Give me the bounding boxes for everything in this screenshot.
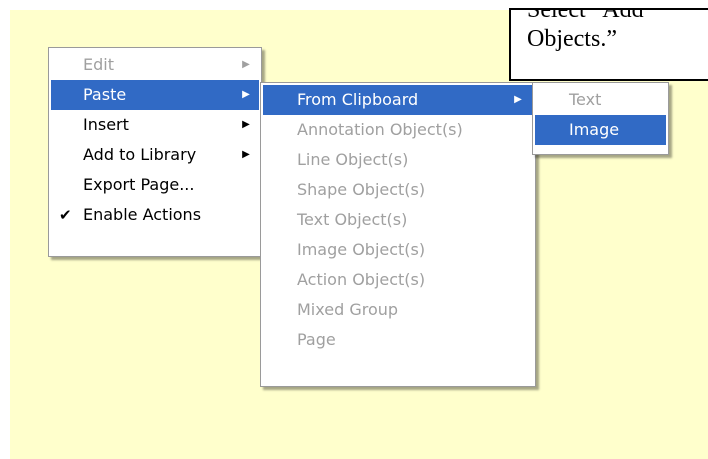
menu-item-shape-objects[interactable]: Shape Object(s)	[263, 175, 533, 205]
paste-submenu: From Clipboard ▶ Annotation Object(s) Li…	[260, 82, 536, 387]
menu-item-label: Image Object(s)	[297, 240, 426, 259]
menu-item-insert[interactable]: Insert ▶	[51, 110, 259, 140]
submenu-arrow-icon: ▶	[242, 89, 250, 100]
menu-item-line-objects[interactable]: Line Object(s)	[263, 145, 533, 175]
menu-item-enable-actions[interactable]: ✔ Enable Actions	[51, 200, 259, 230]
menu-item-label: Action Object(s)	[297, 270, 426, 289]
callout-line-2: Objects.”	[527, 26, 617, 52]
callout-line-1: Select “Add	[527, 8, 644, 23]
menu-item-label: From Clipboard	[297, 90, 419, 109]
submenu-arrow-icon: ▶	[242, 59, 250, 70]
menu-item-label: Paste	[83, 85, 127, 104]
checkmark-icon: ✔	[59, 206, 72, 224]
menu-item-add-to-library[interactable]: Add to Library ▶	[51, 140, 259, 170]
instruction-callout: Select “Add Objects.”	[509, 8, 708, 81]
menu-item-action-objects[interactable]: Action Object(s)	[263, 265, 533, 295]
menu-item-image-objects[interactable]: Image Object(s)	[263, 235, 533, 265]
menu-item-paste[interactable]: Paste ▶	[51, 80, 259, 110]
menu-item-label: Export Page...	[83, 175, 195, 194]
menu-item-label: Mixed Group	[297, 300, 399, 319]
menu-item-label: Text Object(s)	[297, 210, 408, 229]
menu-item-text-objects[interactable]: Text Object(s)	[263, 205, 533, 235]
clipboard-submenu: Text Image	[532, 82, 669, 155]
menu-item-mixed-group[interactable]: Mixed Group	[263, 295, 533, 325]
menu-item-label: Annotation Object(s)	[297, 120, 463, 139]
menu-item-export-page[interactable]: Export Page...	[51, 170, 259, 200]
menu-item-label: Line Object(s)	[297, 150, 409, 169]
menu-item-image[interactable]: Image	[535, 115, 666, 145]
submenu-arrow-icon: ▶	[242, 119, 250, 130]
context-menu: Edit ▶ Paste ▶ Insert ▶ Add to Library ▶…	[48, 47, 262, 257]
menu-item-label: Edit	[83, 55, 114, 74]
menu-item-annotation-objects[interactable]: Annotation Object(s)	[263, 115, 533, 145]
menu-item-label: Shape Object(s)	[297, 180, 426, 199]
menu-item-label: Insert	[83, 115, 129, 134]
submenu-arrow-icon: ▶	[242, 149, 250, 160]
menu-item-page[interactable]: Page	[263, 325, 533, 355]
menu-item-label: Enable Actions	[83, 205, 202, 224]
menu-item-label: Image	[569, 120, 620, 139]
menu-item-text[interactable]: Text	[535, 85, 666, 115]
menu-item-label: Text	[569, 90, 602, 109]
menu-item-from-clipboard[interactable]: From Clipboard ▶	[263, 85, 533, 115]
menu-item-edit[interactable]: Edit ▶	[51, 50, 259, 80]
submenu-arrow-icon: ▶	[514, 94, 522, 105]
menu-item-label: Add to Library	[83, 145, 197, 164]
menu-item-label: Page	[297, 330, 336, 349]
